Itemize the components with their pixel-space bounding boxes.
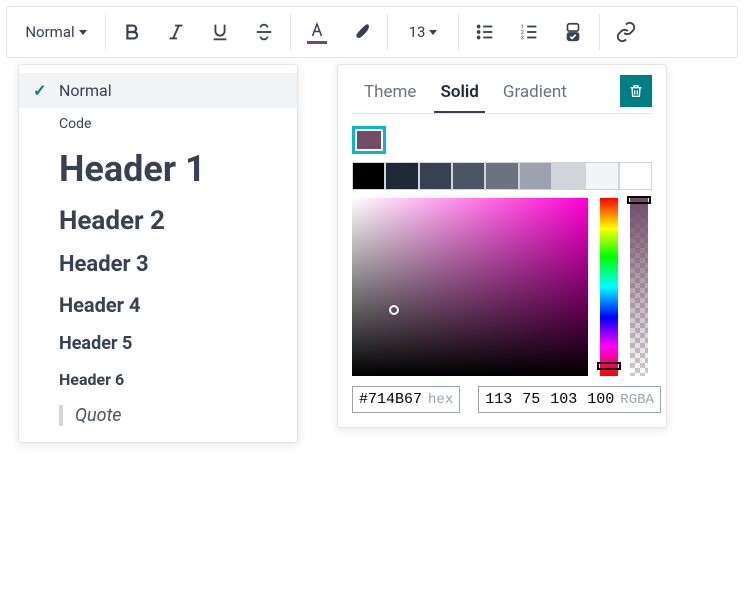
underline-button[interactable]	[198, 10, 242, 54]
strikethrough-button[interactable]	[242, 10, 286, 54]
alpha-slider[interactable]	[630, 198, 648, 376]
style-option[interactable]: Quote	[19, 397, 297, 434]
tab-theme[interactable]: Theme	[352, 76, 428, 112]
unordered-list-button[interactable]	[463, 10, 507, 54]
divider	[290, 14, 291, 50]
divider	[105, 14, 106, 50]
style-option[interactable]: Header 2	[19, 198, 297, 244]
preset-swatch[interactable]	[385, 162, 418, 190]
style-option[interactable]: Code	[19, 108, 297, 140]
hex-input[interactable]: #714B67 hex	[352, 386, 460, 413]
preset-swatch-row	[352, 162, 652, 190]
divider	[387, 14, 388, 50]
caret-down-icon	[79, 30, 87, 35]
editor-toolbar: Normal 13 123	[6, 6, 738, 58]
checklist-icon	[562, 21, 584, 43]
style-option-label: Header 1	[59, 148, 206, 190]
svg-text:3: 3	[521, 35, 524, 41]
check-icon: ✓	[33, 81, 46, 100]
divider	[458, 14, 459, 50]
color-inputs-row: #714B67 hex 113 75 103100 RGBA	[352, 386, 652, 413]
style-option[interactable]: Header 4	[19, 285, 297, 325]
hex-value: #714B67	[359, 391, 422, 408]
picker-row	[352, 198, 652, 376]
preset-swatch[interactable]	[352, 162, 385, 190]
style-option-label: Header 3	[59, 252, 149, 277]
preset-swatch[interactable]	[519, 162, 552, 190]
paintbrush-icon	[350, 21, 372, 43]
preset-swatch[interactable]	[619, 162, 652, 190]
paragraph-style-panel: ✓ Normal Code Header 1 Header 2 Header 3 Heade…	[18, 64, 298, 443]
ordered-list-button[interactable]: 123	[507, 10, 551, 54]
style-option-label: Header 6	[59, 370, 124, 389]
font-size-label: 13	[409, 23, 426, 41]
tab-gradient[interactable]: Gradient	[491, 76, 579, 112]
underline-icon	[209, 21, 231, 43]
preset-swatch[interactable]	[452, 162, 485, 190]
rgba-label: RGBA	[620, 392, 654, 408]
style-option-label: Quote	[59, 405, 122, 426]
bold-button[interactable]	[110, 10, 154, 54]
style-option[interactable]: Header 3	[19, 244, 297, 285]
paragraph-style-label: Normal	[25, 23, 74, 41]
style-option-label: Header 2	[59, 206, 165, 236]
color-picker-panel: Theme Solid Gradient #714B67 hex 113	[337, 64, 667, 428]
style-option[interactable]: ✓ Normal	[19, 73, 297, 108]
divider	[599, 14, 600, 50]
highlight-color-button[interactable]	[339, 10, 383, 54]
preset-swatch[interactable]	[552, 162, 585, 190]
tab-solid[interactable]: Solid	[428, 76, 490, 112]
trash-icon	[628, 83, 644, 99]
color-tabs: Theme Solid Gradient	[352, 75, 652, 114]
style-option-label: Header 4	[59, 293, 140, 317]
rgba-input[interactable]: 113 75 103100 RGBA	[478, 386, 661, 413]
checklist-button[interactable]	[551, 10, 595, 54]
strikethrough-icon	[253, 21, 275, 43]
italic-icon	[165, 21, 187, 43]
rgba-values: 113 75 103100	[485, 391, 614, 408]
preset-swatch[interactable]	[485, 162, 518, 190]
hex-label: hex	[428, 392, 453, 408]
hue-slider[interactable]	[600, 198, 618, 376]
numbered-list-icon: 123	[518, 21, 540, 43]
style-option[interactable]: Header 5	[19, 325, 297, 362]
italic-button[interactable]	[154, 10, 198, 54]
font-size-dropdown[interactable]: 13	[392, 10, 454, 54]
link-button[interactable]	[604, 10, 648, 54]
bold-icon	[121, 21, 143, 43]
text-color-button[interactable]	[295, 10, 339, 54]
reset-color-button[interactable]	[620, 75, 652, 107]
hue-thumb[interactable]	[597, 362, 621, 370]
selected-color-swatch[interactable]	[352, 126, 386, 154]
selected-color-inner	[355, 129, 383, 151]
preset-swatch[interactable]	[419, 162, 452, 190]
style-option-label: Code	[59, 116, 91, 132]
alpha-thumb[interactable]	[627, 196, 651, 204]
link-icon	[615, 21, 637, 43]
style-option-label: Header 5	[59, 333, 132, 354]
style-option[interactable]: Header 1	[19, 140, 297, 198]
text-color-icon	[308, 21, 326, 39]
bullet-list-icon	[474, 21, 496, 43]
sl-cursor[interactable]	[389, 305, 399, 315]
preset-swatch[interactable]	[585, 162, 618, 190]
alpha-gradient	[630, 198, 648, 376]
paragraph-style-dropdown[interactable]: Normal	[11, 10, 101, 54]
caret-down-icon	[429, 30, 437, 35]
saturation-lightness-area[interactable]	[352, 198, 588, 376]
text-color-underline	[307, 41, 327, 44]
style-option-label: Normal	[59, 81, 112, 100]
style-option[interactable]: Header 6	[19, 362, 297, 397]
